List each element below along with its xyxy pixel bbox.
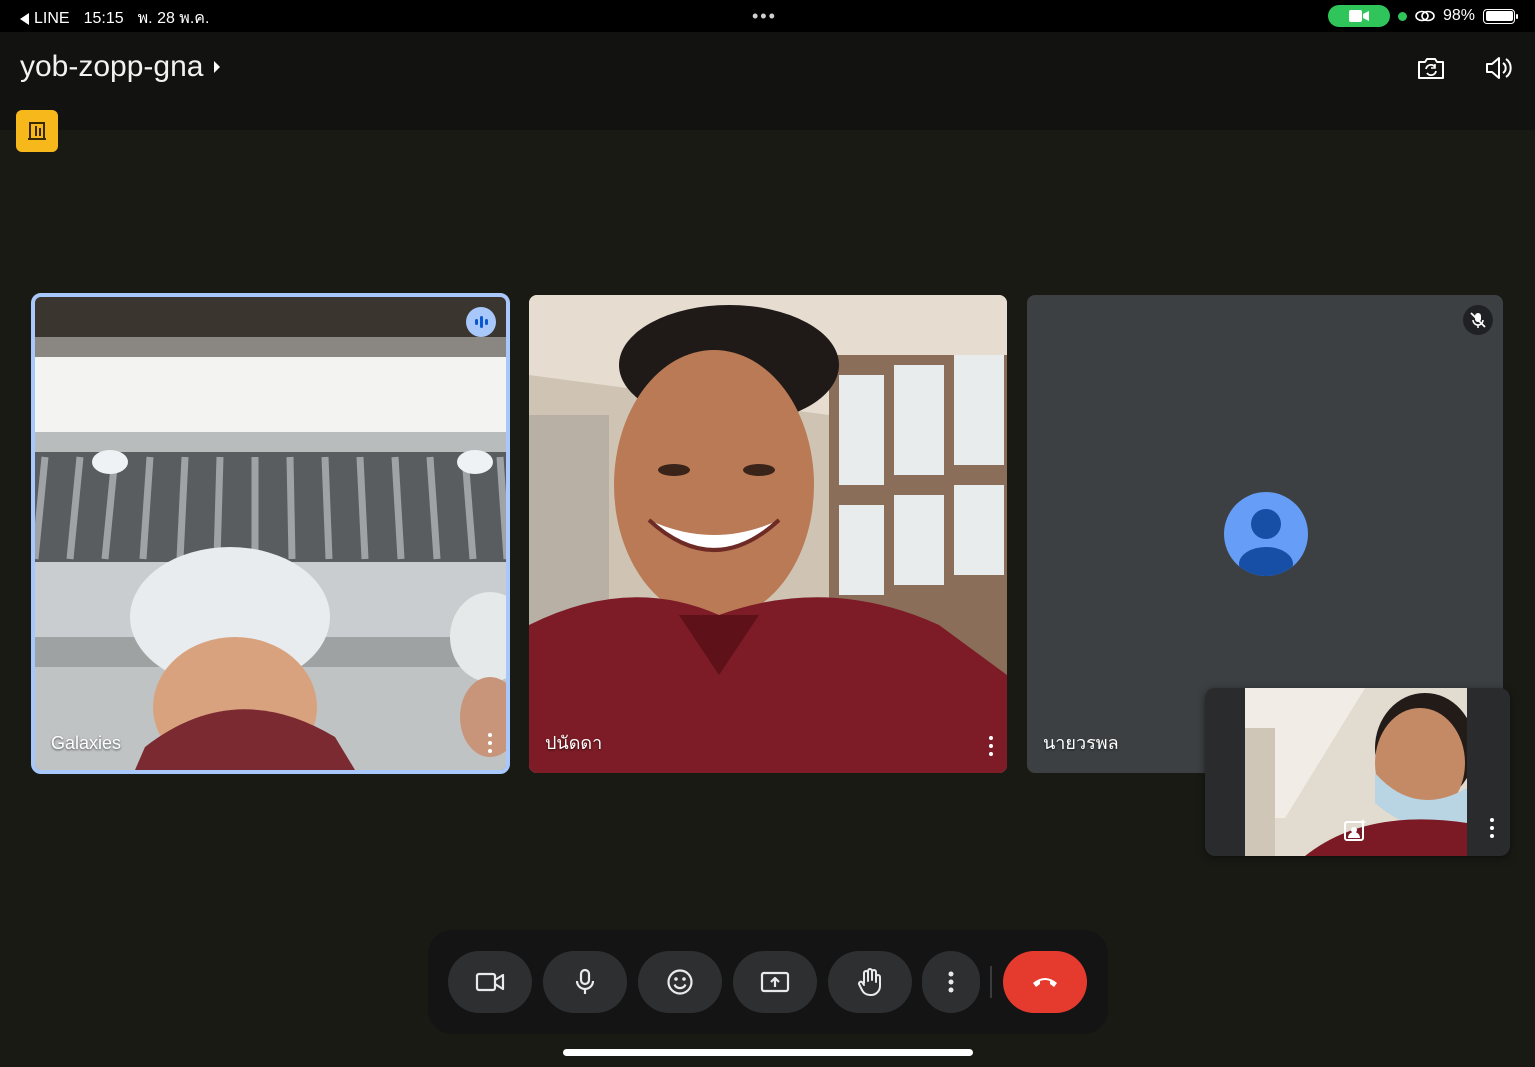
meeting-code: yob-zopp-gna	[20, 50, 204, 83]
raise-hand-button[interactable]	[828, 951, 912, 1013]
camera-in-use-icon	[1327, 5, 1390, 27]
status-bar: LINE 15:15 พ. 28 พ.ค. ••• 98%	[0, 0, 1535, 32]
participant-tile-galaxies[interactable]: Galaxies	[31, 293, 510, 774]
audio-level-icon	[466, 307, 496, 337]
mic-toggle-button[interactable]	[543, 951, 627, 1013]
participant-video	[529, 295, 1007, 773]
audio-output-button[interactable]	[1480, 50, 1516, 86]
home-indicator[interactable]	[563, 1049, 973, 1056]
chevron-right-icon	[214, 61, 221, 73]
effects-icon	[1344, 819, 1366, 841]
multitask-dots[interactable]: •••	[752, 6, 777, 27]
effects-button[interactable]	[1343, 818, 1367, 847]
more-vert-icon[interactable]	[484, 730, 496, 756]
controls-divider	[990, 966, 992, 998]
call-controls-bar	[428, 930, 1108, 1034]
status-time: 15:15	[83, 9, 124, 27]
hand-icon	[858, 968, 881, 996]
more-vert-icon[interactable]	[1488, 816, 1496, 840]
active-indicator	[1397, 11, 1407, 21]
recording-badge[interactable]	[16, 110, 58, 152]
battery-icon	[1483, 8, 1518, 24]
participant-tile-panadda[interactable]: ปนัดดา	[529, 295, 1007, 773]
back-arrow-icon	[20, 12, 29, 25]
link-icon	[1415, 10, 1435, 22]
participant-name: นายวรพล	[1043, 733, 1119, 753]
camera-toggle-button[interactable]	[448, 951, 532, 1013]
speaker-icon	[1486, 57, 1512, 79]
self-view-tile[interactable]	[1205, 688, 1510, 856]
mic-icon	[575, 968, 595, 994]
present-screen-button[interactable]	[733, 951, 817, 1013]
emoji-icon	[667, 969, 693, 995]
battery-percent: 98%	[1442, 7, 1475, 24]
recording-badge-icon	[28, 122, 46, 140]
status-date: พ. 28 พ.ค.	[137, 10, 210, 27]
participant-name: Galaxies	[51, 733, 122, 753]
switch-camera-icon	[1418, 58, 1444, 79]
participant-video	[35, 297, 506, 770]
more-vert-icon[interactable]	[985, 733, 997, 759]
participant-name: ปนัดดา	[545, 733, 603, 753]
more-options-button[interactable]	[922, 951, 980, 1013]
meeting-info-button[interactable]: yob-zopp-gna	[20, 50, 221, 84]
more-vert-icon	[948, 971, 954, 993]
switch-camera-button[interactable]	[1413, 50, 1449, 86]
mic-off-icon	[1463, 305, 1493, 335]
avatar-icon	[1224, 492, 1308, 576]
leave-call-button[interactable]	[1003, 951, 1087, 1013]
call-header: yob-zopp-gna	[0, 32, 1535, 152]
call-end-icon	[1033, 978, 1057, 987]
reactions-button[interactable]	[638, 951, 722, 1013]
back-to-app-link[interactable]: LINE	[20, 10, 70, 28]
present-screen-icon	[760, 971, 790, 993]
videocam-icon	[475, 972, 505, 992]
back-app-label: LINE	[34, 9, 70, 27]
